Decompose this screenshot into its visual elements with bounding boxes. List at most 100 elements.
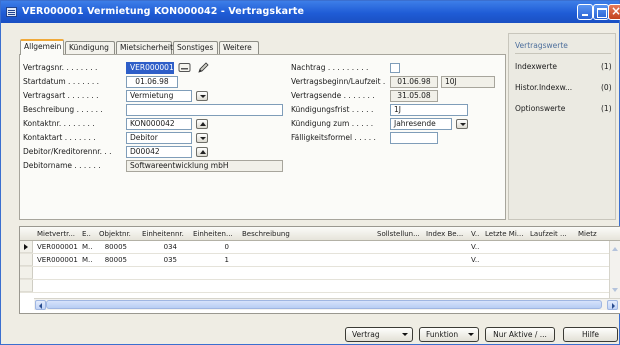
scroll-right-icon[interactable] xyxy=(607,300,618,310)
vertical-scrollbar[interactable] xyxy=(609,241,620,298)
debtor-lookup-icon[interactable] xyxy=(196,147,208,157)
tab-allgemein[interactable]: Allgemein xyxy=(20,39,64,55)
option-values-link[interactable]: Optionswerte xyxy=(515,104,565,113)
index-values-count: (1) xyxy=(601,62,612,71)
contract-type-field[interactable]: Vermietung xyxy=(126,90,192,102)
column-header[interactable]: V.. xyxy=(469,227,483,241)
vertrag-button-label: Vertrag xyxy=(352,330,380,339)
form-icon xyxy=(6,7,17,17)
contract-no-label: Vertragsnr. . . . . . . . xyxy=(23,63,98,72)
contract-values-header: Vertragswerte xyxy=(515,41,568,50)
column-header[interactable]: E.. xyxy=(80,227,96,241)
table-cell[interactable]: 035 xyxy=(140,253,180,267)
termination-at-dropdown-icon[interactable] xyxy=(456,119,468,129)
minimize-icon[interactable] xyxy=(577,4,593,20)
start-date-field[interactable]: 01.06.98 xyxy=(126,76,178,88)
table-cell[interactable]: 80005 xyxy=(97,253,130,267)
column-header[interactable]: Mietz xyxy=(576,227,608,241)
column-header[interactable]: Laufzeit ... xyxy=(528,227,576,241)
contract-no-field[interactable]: VER000001 xyxy=(126,62,174,74)
contract-card-window: VER000001 Vermietung KON000042 - Vertrag… xyxy=(0,0,620,345)
start-date-label: Startdatum . . . . . . . xyxy=(23,77,100,86)
column-header[interactable]: Objektnr. xyxy=(97,227,140,241)
table-cell[interactable]: VER000001 xyxy=(35,240,80,254)
contact-type-label: Kontaktart . . . . . . . xyxy=(23,133,96,142)
vertrag-menu-button[interactable]: Vertrag xyxy=(345,327,413,342)
contact-no-field[interactable]: KON000042 xyxy=(126,118,192,130)
close-icon[interactable] xyxy=(608,4,620,20)
row-selector[interactable] xyxy=(20,254,33,266)
tab-weitere[interactable]: Weitere xyxy=(219,41,259,54)
contract-values-panel: Vertragswerte Indexwerte (1) Histor.Inde… xyxy=(508,33,616,220)
termination-at-label: Kündigung zum . . . . . xyxy=(291,119,374,128)
contract-end-field: 31.05.08 xyxy=(390,90,438,102)
column-header[interactable]: Mietvertr... xyxy=(35,227,80,241)
chevron-down-icon xyxy=(402,333,408,336)
horizontal-scrollbar[interactable] xyxy=(34,298,620,310)
horizontal-scroll-thumb[interactable] xyxy=(46,300,602,309)
scroll-up-icon[interactable] xyxy=(612,247,618,251)
edit-pencil-icon[interactable] xyxy=(196,61,210,73)
contact-lookup-icon[interactable] xyxy=(196,119,208,129)
table-cell[interactable]: M.. xyxy=(80,240,96,254)
window-title: VER000001 Vermietung KON000042 - Vertrag… xyxy=(22,6,305,17)
amendment-checkbox[interactable] xyxy=(390,63,400,73)
contract-type-label: Vertragsart . . . . . . . xyxy=(23,91,99,100)
historic-index-values-count: (0) xyxy=(601,83,612,92)
row-divider xyxy=(20,292,620,293)
scroll-left-icon[interactable] xyxy=(35,300,46,310)
row-selector[interactable] xyxy=(20,267,33,279)
index-values-link[interactable]: Indexwerte xyxy=(515,62,557,71)
funktion-button-label: Funktion xyxy=(426,330,459,339)
tab-sonstiges[interactable]: Sonstiges xyxy=(173,41,218,54)
contact-no-label: Kontaktnr. . . . . . . . xyxy=(23,119,95,128)
table-cell[interactable]: M.. xyxy=(80,253,96,267)
table-cell[interactable]: 034 xyxy=(140,240,180,254)
contact-type-dropdown-icon[interactable] xyxy=(196,133,208,143)
historic-index-values-link[interactable]: Histor.Indexw... xyxy=(515,83,572,92)
title-bar[interactable]: VER000001 Vermietung KON000042 - Vertrag… xyxy=(1,1,620,23)
contract-end-label: Vertragsende . . . . . . . xyxy=(291,91,375,100)
row-selector[interactable] xyxy=(20,241,33,253)
chevron-down-icon xyxy=(468,333,474,336)
tab-kuendigung[interactable]: Kündigung xyxy=(65,41,115,54)
funktion-menu-button[interactable]: Funktion xyxy=(419,327,479,342)
debtor-creditor-no-label: Debitor/Kreditorennr. . . xyxy=(23,147,112,156)
contract-lines-grid[interactable]: Mietvertr... E.. Objektnr. Einheitennr. … xyxy=(19,226,620,314)
debtor-creditor-no-field[interactable]: D00042 xyxy=(126,146,192,158)
due-date-formula-field[interactable] xyxy=(390,132,438,144)
table-cell[interactable]: 80005 xyxy=(97,240,130,254)
notice-period-field[interactable]: 1J xyxy=(390,104,468,116)
maximize-icon[interactable] xyxy=(593,4,609,20)
table-cell[interactable]: 0 xyxy=(191,240,232,254)
column-header[interactable]: Letzte Mi... xyxy=(483,227,528,241)
row-divider xyxy=(20,279,620,280)
contract-start-field: 01.06.98 xyxy=(390,76,438,88)
amendment-label: Nachtrag . . . . . . . . . xyxy=(291,63,369,72)
column-header[interactable]: Beschreibung xyxy=(240,227,374,241)
contract-duration-field: 10J xyxy=(441,76,495,88)
panel-divider xyxy=(515,53,611,54)
option-values-count: (1) xyxy=(601,104,612,113)
table-cell[interactable]: V.. xyxy=(469,240,483,254)
row-selector[interactable] xyxy=(20,280,33,292)
debtor-name-label: Debitorname . . . . . . xyxy=(23,161,101,170)
description-field[interactable] xyxy=(126,104,283,116)
table-cell[interactable]: V.. xyxy=(469,253,483,267)
contract-type-dropdown-icon[interactable] xyxy=(196,91,208,101)
help-button[interactable]: Hilfe xyxy=(563,327,618,342)
termination-at-field[interactable]: Jahresende xyxy=(390,118,452,130)
column-header[interactable]: Sollstellun... xyxy=(375,227,423,241)
scroll-down-icon[interactable] xyxy=(612,288,618,292)
card-lookup-icon[interactable] xyxy=(178,62,192,74)
column-header[interactable]: Einheiten... xyxy=(191,227,239,241)
general-tab-page: Vertragsnr. . . . . . . . VER000001 Star… xyxy=(19,54,506,220)
table-cell[interactable]: VER000001 xyxy=(35,253,80,267)
table-cell[interactable]: 1 xyxy=(191,253,232,267)
column-header[interactable]: Einheitennr. xyxy=(140,227,190,241)
column-header[interactable]: Index Be... xyxy=(424,227,468,241)
tab-mietsicherheit[interactable]: Mietsicherheit xyxy=(116,41,173,54)
notice-period-label: Kündigungsfrist . . . . . xyxy=(291,105,374,114)
nur-aktive-button[interactable]: Nur Aktive / ... xyxy=(485,327,555,342)
contact-type-field[interactable]: Debitor xyxy=(126,132,192,144)
